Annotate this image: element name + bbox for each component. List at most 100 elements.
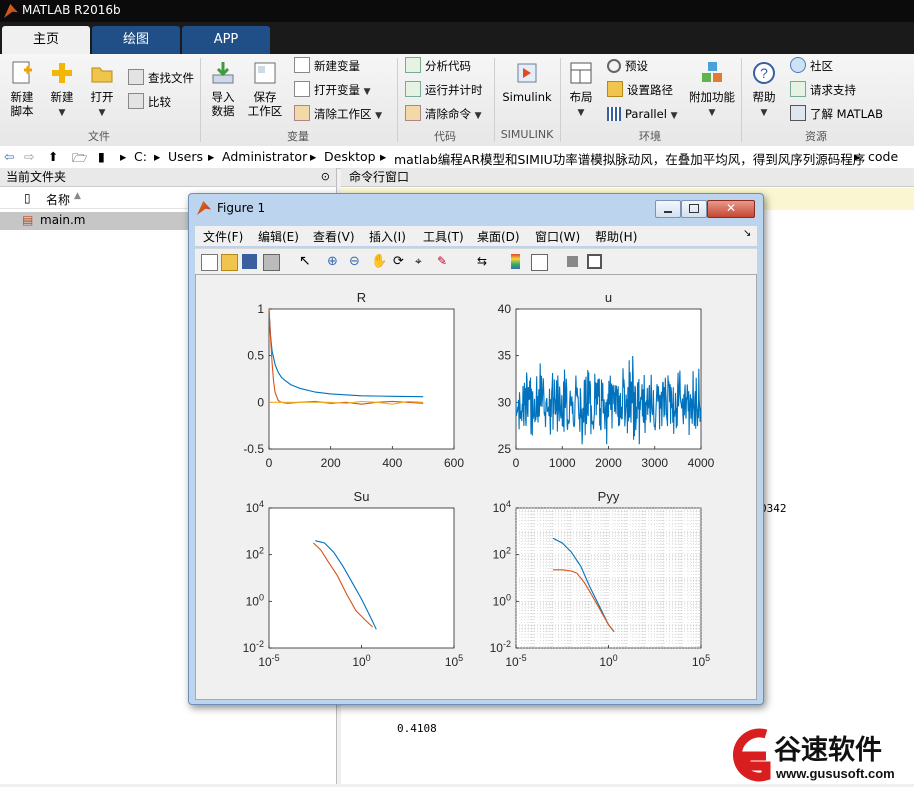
simulink-button[interactable]: Simulink	[500, 60, 554, 104]
breadcrumb-sep: ▸	[310, 149, 317, 164]
find-files-icon	[128, 69, 144, 85]
matlab-logo-icon	[4, 4, 18, 18]
file-col-icon: ▯	[24, 191, 31, 205]
maximize-button[interactable]	[681, 200, 707, 218]
panel-menu-icon[interactable]: ⊙	[321, 168, 330, 186]
tab-plots[interactable]: 绘图	[92, 26, 180, 54]
find-files-button[interactable]: 查找文件	[128, 69, 194, 87]
clear-workspace-button[interactable]: 清除工作区 ▼	[294, 105, 382, 123]
rotate-3d-icon[interactable]: ⟳	[393, 254, 408, 269]
figure-window[interactable]: Figure 1 ✕ 文件(F) 编辑(E) 查看(V) 插入(I) 工具(T)…	[188, 193, 764, 705]
clear-commands-button[interactable]: 清除命令 ▼	[405, 105, 482, 123]
breadcrumb-item[interactable]: Desktop	[324, 149, 376, 164]
address-bar[interactable]: ⇦ ⇨ ⬆ 🗁 ▮ ▸ C: ▸ Users ▸ Administrator ▸…	[0, 146, 914, 169]
figure-canvas[interactable]: 0 200 400 600 -0.5 0 0.5 1 R 0 1000 2000 3000 4000 25 3…	[195, 274, 757, 700]
zoom-in-icon[interactable]: ⊕	[327, 254, 342, 269]
new-button[interactable]: 新建 ▼	[46, 60, 78, 120]
menu-insert[interactable]: 插入(I)	[369, 228, 406, 245]
y-tick-label: 102	[246, 546, 264, 562]
menu-view[interactable]: 查看(V)	[313, 228, 355, 245]
x-tick-label: 4000	[688, 456, 715, 470]
colorbar-icon[interactable]	[511, 254, 520, 269]
y-tick-label: 25	[498, 442, 512, 456]
gear-icon	[607, 59, 621, 73]
breadcrumb-item[interactable]: C:	[134, 149, 147, 164]
compare-button[interactable]: 比较	[128, 93, 171, 111]
open-variable-button[interactable]: 打开变量 ▼	[294, 81, 371, 99]
data-cursor-icon[interactable]: ⌖	[415, 254, 430, 269]
community-icon	[790, 57, 806, 73]
analyze-code-icon	[405, 57, 421, 73]
new-script-button[interactable]: 新建 脚本	[4, 60, 40, 118]
menu-edit[interactable]: 编辑(E)	[258, 228, 299, 245]
breadcrumb-item[interactable]: Users	[168, 149, 203, 164]
show-tools-icon[interactable]	[587, 254, 602, 269]
output-value: 0.4108	[397, 722, 437, 735]
browse-folder-icon[interactable]: 🗁	[72, 149, 88, 170]
tab-apps[interactable]: APP	[182, 26, 270, 54]
open-button[interactable]: 打开 ▼	[86, 60, 118, 120]
dock-arrow-icon[interactable]: ↘	[743, 228, 751, 239]
learn-matlab-button[interactable]: 了解 MATLAB	[790, 105, 883, 123]
plot-title: R	[357, 290, 366, 305]
breadcrumb-sep: ▸	[380, 149, 387, 164]
zoom-out-icon[interactable]: ⊖	[349, 254, 364, 269]
breadcrumb-item[interactable]: matlab编程AR模型和SIMIU功率谱模拟脉动风，在叠加平均风，得到风序列源…	[394, 149, 865, 168]
breadcrumb-item[interactable]: code	[868, 149, 898, 164]
community-button[interactable]: 社区	[790, 57, 833, 75]
preferences-button[interactable]: 预设	[607, 57, 648, 75]
open-file-icon[interactable]	[221, 254, 238, 271]
plot-title: Su	[354, 489, 370, 504]
minimize-button[interactable]	[655, 200, 681, 218]
group-label-simulink: SIMULINK	[500, 128, 554, 141]
y-tick-label: 10-2	[243, 639, 264, 655]
root-folder-icon: ▮	[98, 149, 105, 164]
open-variable-icon	[294, 81, 310, 97]
close-button[interactable]: ✕	[707, 200, 755, 218]
run-and-time-button[interactable]: 运行并计时	[405, 81, 483, 99]
pan-hand-icon[interactable]: ✋	[371, 254, 387, 269]
add-ons-button[interactable]: 附加功能 ▼	[686, 60, 738, 120]
parallel-button[interactable]: Parallel ▼	[607, 105, 677, 123]
legend-icon[interactable]	[531, 254, 548, 271]
menu-file[interactable]: 文件(F)	[203, 228, 243, 245]
save-icon[interactable]	[242, 254, 257, 269]
y-tick-label: 1	[257, 302, 264, 316]
save-workspace-button[interactable]: 保存 工作区	[246, 60, 284, 118]
import-data-button[interactable]: 导入 数据	[206, 60, 240, 118]
menu-tools[interactable]: 工具(T)	[423, 228, 464, 245]
watermark-url: www.gususoft.com	[776, 766, 895, 781]
tab-home[interactable]: 主页	[2, 26, 90, 54]
breadcrumb-item[interactable]: Administrator	[222, 149, 307, 164]
y-tick-label: 35	[498, 349, 512, 363]
x-tick-label: 200	[321, 456, 341, 470]
svg-text:?: ?	[760, 65, 768, 81]
breadcrumb-sep: ▸	[854, 149, 861, 164]
layout-button[interactable]: 布局 ▼	[564, 60, 598, 120]
group-label-file: 文件	[88, 130, 110, 143]
print-icon[interactable]	[263, 254, 280, 271]
column-name[interactable]: 名称	[46, 191, 70, 208]
help-button[interactable]: ? 帮助 ▼	[748, 60, 780, 120]
brush-icon[interactable]: ✎	[437, 254, 452, 269]
minimize-icon	[664, 211, 672, 213]
up-folder-icon[interactable]: ⬆	[48, 149, 58, 164]
new-variable-button[interactable]: 新建变量	[294, 57, 360, 75]
link-plot-icon[interactable]: ⇆	[477, 254, 492, 269]
hide-tools-icon[interactable]	[567, 256, 578, 267]
menu-window[interactable]: 窗口(W)	[535, 228, 580, 245]
back-arrow-icon[interactable]: ⇦	[4, 149, 14, 164]
pointer-icon[interactable]: ↖	[299, 254, 314, 269]
analyze-code-button[interactable]: 分析代码	[405, 57, 471, 75]
forward-arrow-icon[interactable]: ⇨	[24, 149, 34, 164]
request-support-button[interactable]: 请求支持	[790, 81, 856, 99]
new-figure-icon[interactable]	[201, 254, 218, 271]
menu-help[interactable]: 帮助(H)	[595, 228, 637, 245]
menu-desktop[interactable]: 桌面(D)	[477, 228, 520, 245]
app-title-bar: MATLAB R2016b	[0, 0, 914, 22]
set-path-button[interactable]: 设置路径	[607, 81, 673, 99]
figure-matlab-icon	[197, 201, 211, 215]
plot-title: u	[605, 290, 612, 305]
clear-commands-icon	[405, 105, 421, 121]
import-data-icon	[210, 60, 236, 86]
